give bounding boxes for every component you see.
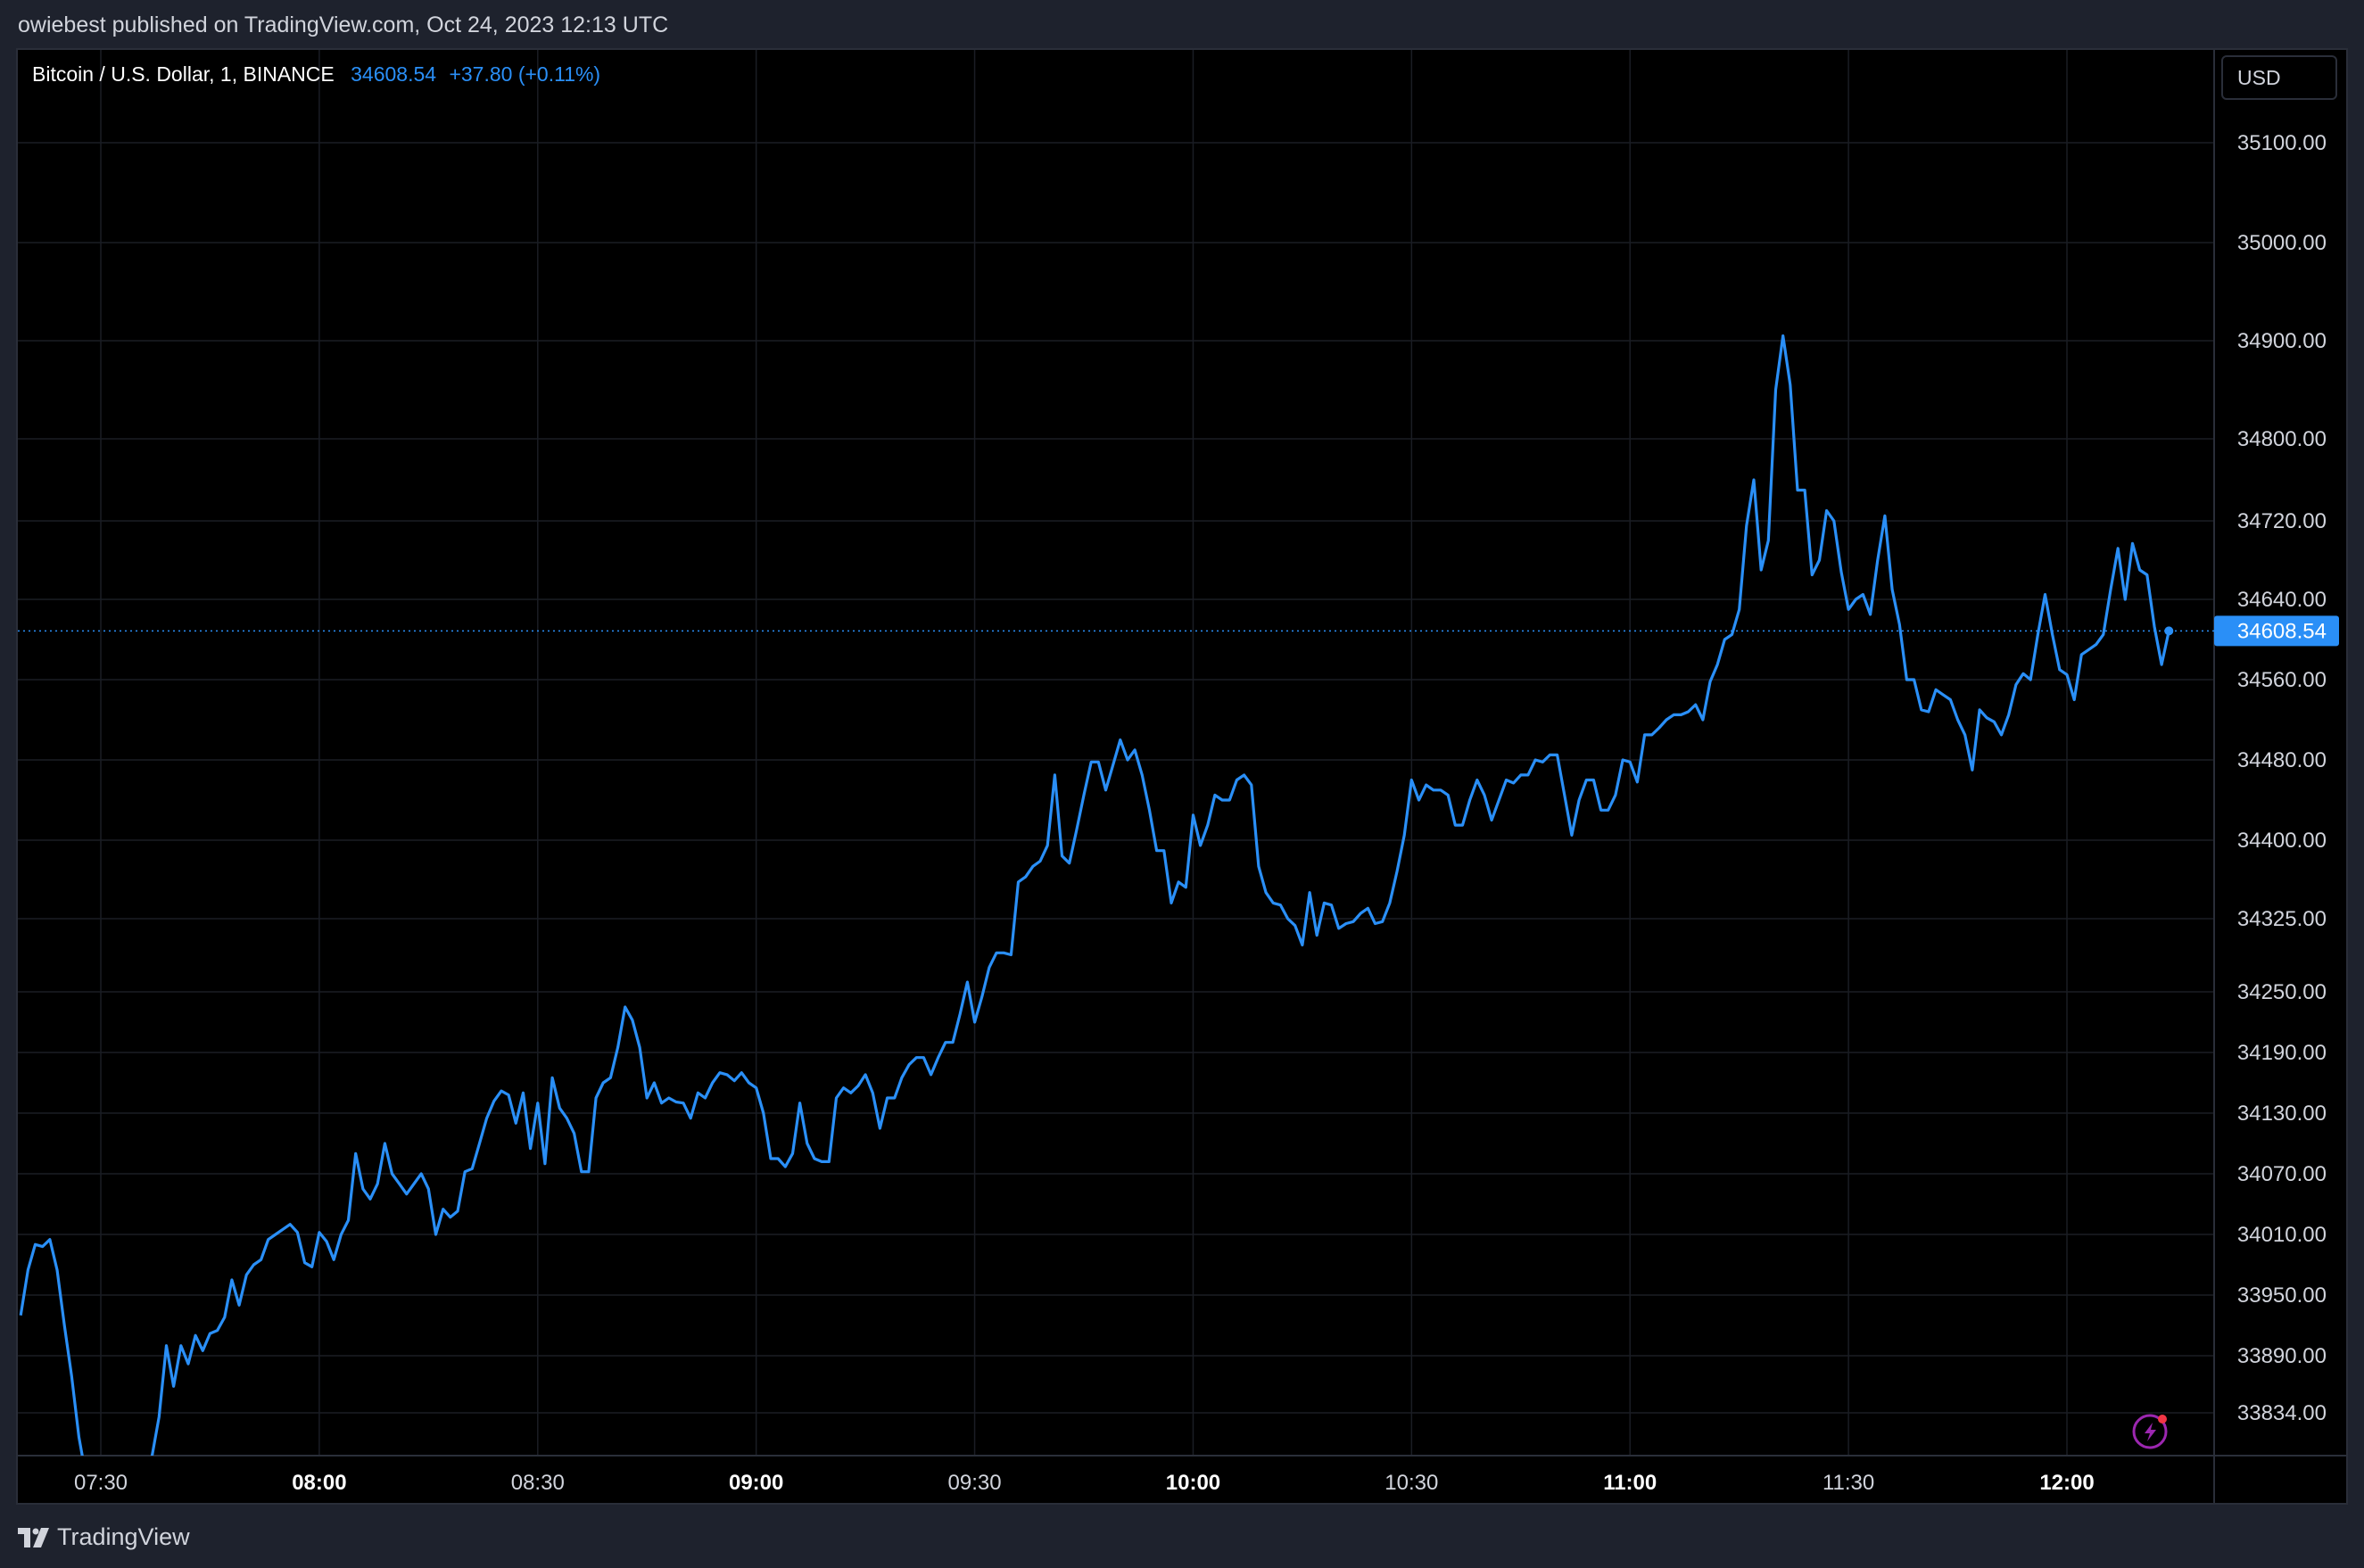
last-price-label: 34608.54 [2214,615,2339,647]
time-tick-label: 10:00 [1166,1471,1220,1495]
time-tick-label: 08:30 [511,1471,565,1495]
price-tick-label: 34640.00 [2237,588,2327,612]
price-tick-label: 34900.00 [2237,329,2327,353]
price-tick-label: 34130.00 [2237,1102,2327,1126]
price-tick-label: 34250.00 [2237,980,2327,1004]
price-tick-label: 34720.00 [2237,509,2327,533]
time-tick-label: 08:00 [292,1471,346,1495]
symbol-legend: Bitcoin / U.S. Dollar, 1, BINANCE 34608.… [32,62,600,87]
price-tick-label: 33834.00 [2237,1401,2327,1425]
price-tick-label: 34070.00 [2237,1162,2327,1186]
tradingview-brand[interactable]: TradingView [18,1523,190,1551]
price-tick-label: 33950.00 [2237,1283,2327,1308]
price-line [19,334,2170,1456]
price-tick-label: 34010.00 [2237,1223,2327,1247]
price-chart: 35100.00 35000.00 34900.00 34800.00 34720.00… [18,48,2346,1504]
price-tick-label: 35100.00 [2237,131,2327,155]
brand-name: TradingView [57,1523,190,1550]
time-axis[interactable]: 07:30 08:00 08:30 09:00 09:30 10:00 10:30 11:00… [74,1471,2095,1495]
price-tick-label: 34400.00 [2237,829,2327,853]
time-tick-label: 12:00 [2039,1471,2094,1495]
last-price-label-text: 34608.54 [2237,619,2327,643]
price-axis[interactable]: 35100.00 35000.00 34900.00 34800.00 34720.00… [2237,131,2327,1425]
price-tick-label: 35000.00 [2237,231,2327,255]
time-tick-label: 09:00 [729,1471,783,1495]
time-tick-label: 11:00 [1603,1471,1657,1495]
currency-button[interactable]: USD [2221,55,2337,100]
price-tick-label: 34560.00 [2237,668,2327,692]
legend-change: +37.80 (+0.11%) [449,62,601,86]
price-tick-label: 34800.00 [2237,427,2327,451]
time-tick-label: 10:30 [1385,1471,1438,1495]
time-tick-label: 11:30 [1823,1471,1874,1495]
price-tick-label: 34190.00 [2237,1041,2327,1065]
price-tick-label: 34480.00 [2237,748,2327,772]
bottom-bar [0,1506,2364,1568]
last-price-dot [2164,626,2174,636]
time-tick-label: 07:30 [74,1471,128,1495]
price-tick-label: 34325.00 [2237,907,2327,931]
price-tick-label: 33890.00 [2237,1344,2327,1368]
lightning-icon[interactable] [2132,1414,2168,1449]
symbol-title[interactable]: Bitcoin / U.S. Dollar, 1, BINANCE [32,62,335,86]
time-tick-label: 09:30 [948,1471,1002,1495]
tradingview-logo-icon [18,1527,49,1547]
legend-price: 34608.54 [351,62,437,86]
